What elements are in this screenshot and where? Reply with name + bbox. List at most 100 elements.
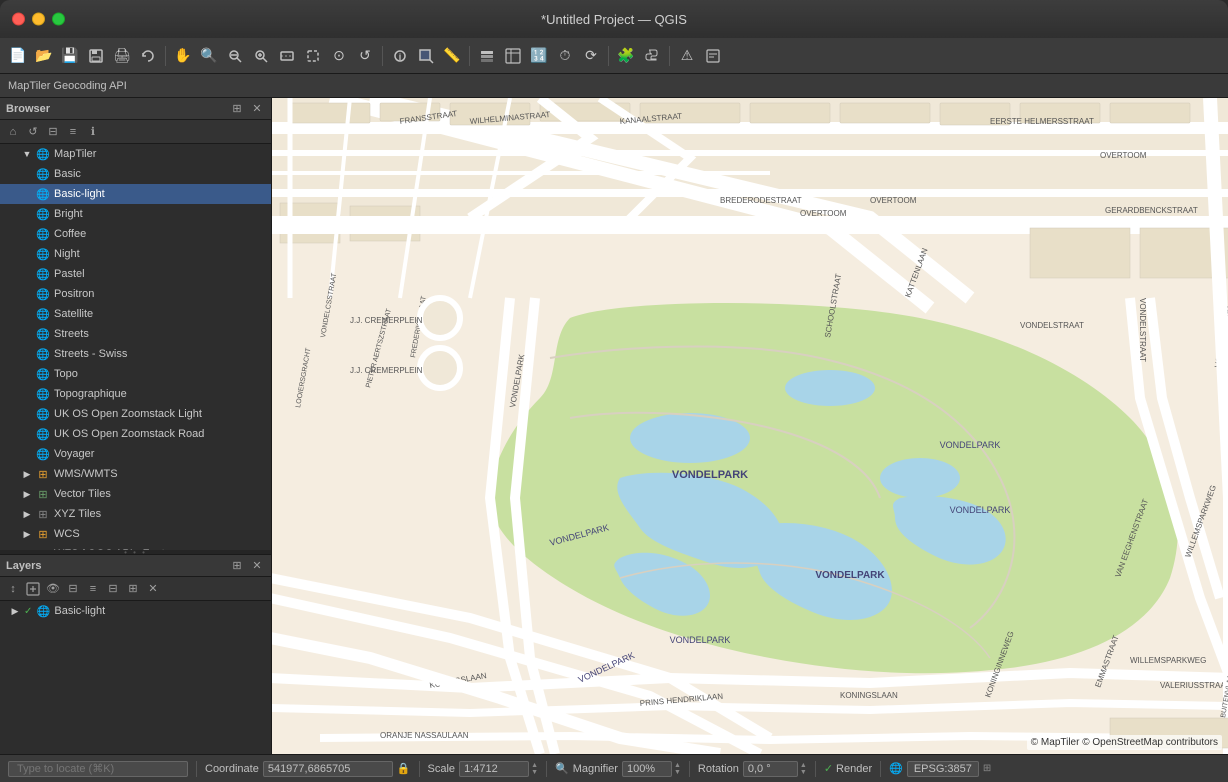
browser-filter-icon[interactable]: ⊟ [44, 123, 62, 141]
rotation-spinner[interactable]: ▲ ▼ [800, 762, 807, 776]
save-project-icon[interactable]: 💾 [58, 44, 82, 68]
tree-item-bright[interactable]: 🌐 Bright [0, 204, 271, 224]
streets-icon: 🌐 [36, 327, 50, 341]
save-as-icon[interactable] [84, 44, 108, 68]
rotation-down[interactable]: ▼ [800, 769, 807, 776]
status-bar: Coordinate 🔒 Scale ▲ ▼ 🔍 Magnifier ▲ ▼ R… [0, 754, 1228, 782]
zoom-out-icon[interactable] [223, 44, 247, 68]
locate-input[interactable] [8, 761, 188, 777]
browser-home-icon[interactable]: ⌂ [4, 123, 22, 141]
new-project-icon[interactable]: 📄 [6, 44, 30, 68]
tree-item-voyager[interactable]: 🌐 Voyager [0, 444, 271, 464]
epsg-badge[interactable]: EPSG:3857 [907, 761, 979, 777]
attribute-table-icon[interactable] [501, 44, 525, 68]
maptiler-icon: 🌐 [36, 147, 50, 161]
tree-item-topographique[interactable]: 🌐 Topographique [0, 384, 271, 404]
refresh-icon[interactable]: ↺ [353, 44, 377, 68]
maximize-button[interactable] [52, 13, 65, 26]
vector-tiles-group[interactable]: ▶ ⊞ Vector Tiles [0, 484, 271, 504]
map-attribution: © MapTiler © OpenStreetMap contributors [1027, 735, 1222, 750]
tree-item-basic[interactable]: 🌐 Basic [0, 164, 271, 184]
browser-header-icons: ⊞ ✕ [229, 101, 265, 117]
open-project-icon[interactable]: 📂 [32, 44, 56, 68]
measure-icon[interactable]: 📏 [440, 44, 464, 68]
select-icon[interactable] [414, 44, 438, 68]
identify-icon[interactable]: i [388, 44, 412, 68]
zoom-selection-icon[interactable] [301, 44, 325, 68]
zoom-in-icon[interactable]: 🔍 [197, 44, 221, 68]
zoom-layer-icon[interactable] [275, 44, 299, 68]
sync-icon[interactable]: ⟳ [579, 44, 603, 68]
undo-icon[interactable] [136, 44, 160, 68]
time-icon[interactable]: ⏱ [553, 44, 577, 68]
layer-item-basic-light[interactable]: ▶ ✓ 🌐 Basic-light [0, 601, 271, 621]
magnifier-down[interactable]: ▼ [674, 769, 681, 776]
python-icon[interactable] [640, 44, 664, 68]
magnifier-input[interactable] [622, 761, 672, 777]
wcs-group[interactable]: ▶ ⊞ WCS [0, 524, 271, 544]
layer-icon[interactable] [475, 44, 499, 68]
satellite-label: Satellite [54, 308, 93, 320]
tree-item-satellite[interactable]: 🌐 Satellite [0, 304, 271, 324]
layer-basic-light-label: Basic-light [54, 605, 105, 617]
tree-item-basic-light[interactable]: 🌐 Basic-light [0, 184, 271, 204]
layer-filter-icon[interactable]: ⊟ [64, 580, 82, 598]
coordinate-input[interactable] [263, 761, 393, 777]
tree-item-uk-os-road[interactable]: 🌐 UK OS Open Zoomstack Road [0, 424, 271, 444]
maptiler-root[interactable]: ▼ 🌐 MapTiler [0, 144, 271, 164]
browser-info-icon[interactable]: ℹ [84, 123, 102, 141]
tree-item-night[interactable]: 🌐 Night [0, 244, 271, 264]
svg-text:VONDELPARK: VONDELPARK [940, 440, 1001, 450]
bright-icon: 🌐 [36, 207, 50, 221]
rotation-input[interactable] [743, 761, 798, 777]
tree-item-positron[interactable]: 🌐 Positron [0, 284, 271, 304]
rotation-label: Rotation [698, 763, 739, 775]
magnifier-up[interactable]: ▲ [674, 762, 681, 769]
layers-float-icon[interactable]: ⊞ [229, 558, 245, 574]
pan-icon[interactable]: ✋ [171, 44, 195, 68]
scale-input[interactable] [459, 761, 529, 777]
vector-tiles-label: Vector Tiles [54, 488, 111, 500]
scale-up[interactable]: ▲ [531, 762, 538, 769]
layer-remove-icon[interactable]: ✕ [144, 580, 162, 598]
tree-item-topo[interactable]: 🌐 Topo [0, 364, 271, 384]
browser-collapse-icon[interactable]: ≡ [64, 123, 82, 141]
browser-float-icon[interactable]: ⊞ [229, 101, 245, 117]
layer-order-icon[interactable]: ↕ [4, 580, 22, 598]
minimize-button[interactable] [32, 13, 45, 26]
layer-expand-icon[interactable]: ⊟ [104, 580, 122, 598]
layer-visibility-icon[interactable]: 👁 [44, 580, 62, 598]
close-button[interactable] [12, 13, 25, 26]
warning-icon[interactable]: ⚠ [675, 44, 699, 68]
svg-text:VALERIUSSTRAAT: VALERIUSSTRAAT [1160, 681, 1228, 690]
satellite-icon: 🌐 [36, 307, 50, 321]
browser-refresh-icon[interactable]: ↺ [24, 123, 42, 141]
toolbar-separator-2 [382, 46, 383, 66]
layer-settings-icon[interactable]: ≡ [84, 580, 102, 598]
plugin-icon[interactable]: 🧩 [614, 44, 638, 68]
browser-close-icon[interactable]: ✕ [249, 101, 265, 117]
map-area[interactable]: KANAALSTRAAT BREDERODESTRAAT OVERTOOM OV… [272, 98, 1228, 754]
layers-close-icon[interactable]: ✕ [249, 558, 265, 574]
rotation-up[interactable]: ▲ [800, 762, 807, 769]
scale-down[interactable]: ▼ [531, 769, 538, 776]
layer-globe-icon: 🌐 [36, 604, 50, 618]
layer-add-group-icon[interactable] [24, 580, 42, 598]
topographique-icon: 🌐 [36, 387, 50, 401]
tree-item-streets[interactable]: 🌐 Streets [0, 324, 271, 344]
magnifier-spinner[interactable]: ▲ ▼ [674, 762, 681, 776]
layer-collapse-icon[interactable]: ⊞ [124, 580, 142, 598]
xyz-tiles-group[interactable]: ▶ ⊞ XYZ Tiles [0, 504, 271, 524]
tree-item-coffee[interactable]: 🌐 Coffee [0, 224, 271, 244]
wms-wmts-group[interactable]: ▶ ⊞ WMS/WMTS [0, 464, 271, 484]
tree-item-streets-swiss[interactable]: 🌐 Streets - Swiss [0, 344, 271, 364]
print-icon[interactable]: 🖨 [110, 44, 134, 68]
scale-spinner[interactable]: ▲ ▼ [531, 762, 538, 776]
zoom-native-icon[interactable]: ⊙ [327, 44, 351, 68]
tree-item-uk-os-light[interactable]: 🌐 UK OS Open Zoomstack Light [0, 404, 271, 424]
basic-light-label: Basic-light [54, 188, 105, 200]
log-icon[interactable] [701, 44, 725, 68]
calculator-icon[interactable]: 🔢 [527, 44, 551, 68]
tree-item-pastel[interactable]: 🌐 Pastel [0, 264, 271, 284]
zoom-extent-icon[interactable] [249, 44, 273, 68]
